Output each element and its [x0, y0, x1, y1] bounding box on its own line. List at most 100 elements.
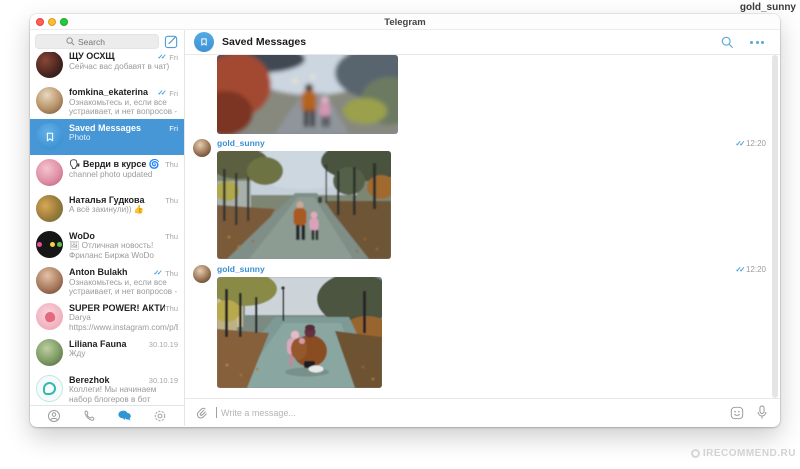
chat-preview: Жду [69, 349, 178, 359]
chat-preview: 🖼 Отличная новость! Фриланс Биржа WoDo т… [69, 241, 178, 260]
message-time: 12:20 [746, 265, 766, 274]
titlebar[interactable]: Telegram [30, 14, 780, 30]
text-caret [216, 407, 217, 418]
search-icon [66, 37, 75, 46]
saved-messages-header-avatar [194, 32, 214, 52]
chat-panel: Saved Messages [185, 30, 780, 426]
chat-date: Thu [165, 232, 178, 241]
chat-search-icon[interactable] [721, 36, 734, 49]
page: gold_sunny Telegram [0, 0, 800, 469]
chat-preview: Darya https://www.instagram.com/p/B4... [69, 313, 178, 332]
chat-preview: channel photo updated [69, 170, 178, 180]
chat-list-item[interactable]: WoDo Thu 🖼 Отличная новость! Фриланс Бир… [30, 227, 184, 263]
watermark: IRECOMMEND.RU [691, 448, 796, 459]
chat-date: Thu [165, 160, 178, 169]
avatar [36, 339, 63, 366]
microphone-icon[interactable] [756, 405, 768, 420]
chat-scrollbar[interactable] [772, 55, 778, 398]
chat-name: Liliana Fauna [69, 339, 149, 349]
chat-title: Saved Messages [222, 36, 306, 48]
read-checks-icon: ✓✓ [153, 269, 160, 277]
chat-name: Berezhok [69, 375, 149, 385]
bookmark-icon [199, 37, 209, 47]
telegram-window: Telegram ЩУ ОСХЩ ✓ [30, 14, 780, 427]
read-checks-icon: ✓✓ [735, 265, 743, 274]
message-author[interactable]: gold_sunny [217, 264, 265, 274]
photo-message-3[interactable] [217, 277, 382, 388]
message-history[interactable]: gold_sunny ✓✓12:20 [185, 55, 780, 398]
avatar [36, 195, 63, 222]
tab-contacts-icon[interactable] [47, 409, 61, 423]
read-checks-icon: ✓✓ [735, 139, 743, 148]
chat-date: Fri [169, 124, 178, 133]
chat-name: 🗣 Верди в курсе 🌀 [69, 159, 165, 170]
chat-date: Fri [169, 89, 178, 98]
sidebar: ЩУ ОСХЩ ✓✓Fri Сейчас вас добавят в чат) … [30, 30, 185, 426]
emoji-icon[interactable] [730, 406, 744, 420]
chat-date: Fri [169, 53, 178, 62]
chat-list-item[interactable]: Liliana Fauna 30.10.19 Жду [30, 335, 184, 371]
chat-list-item[interactable]: fomkina_ekaterina ✓✓ Fri Ознакомьтесь и, … [30, 83, 184, 119]
chat-name: Наталья Гудкова [69, 195, 165, 205]
chat-list-item[interactable]: SUPER POWER! АКТИВ! Thu Darya https://ww… [30, 299, 184, 335]
avatar [36, 87, 63, 114]
tab-calls-icon[interactable] [82, 409, 96, 423]
avatar [36, 375, 63, 402]
chat-name: SUPER POWER! АКТИВ! [69, 303, 165, 313]
chat-date: Thu [165, 304, 178, 313]
chat-preview: А всё закинули)) 👍 [69, 205, 178, 215]
window-title: Telegram [30, 17, 780, 28]
bookmark-icon [44, 131, 56, 143]
chat-name: fomkina_ekaterina [69, 87, 158, 97]
message-meta: ✓✓12:20 [735, 139, 766, 148]
read-checks-icon: ✓✓ [158, 53, 165, 61]
chat-preview: Ознакомьтесь и, если все устраивает, и н… [69, 278, 178, 297]
chat-list-item[interactable]: 🗣 Верди в курсе 🌀 Thu channel photo upda… [30, 155, 184, 191]
avatar [36, 159, 63, 186]
chat-date: Thu [165, 196, 178, 205]
avatar [36, 267, 63, 294]
chat-header: Saved Messages [185, 30, 780, 55]
chat-preview: Коллеги! Мы начинаем набор блогеров в бо… [69, 385, 178, 404]
message-time: 12:20 [746, 139, 766, 148]
chat-list-item[interactable]: Наталья Гудкова Thu А всё закинули)) 👍 [30, 191, 184, 227]
avatar [36, 303, 63, 330]
chat-name: WoDo [69, 231, 165, 241]
photo-message-1[interactable] [217, 55, 398, 134]
tab-chats-icon[interactable] [117, 409, 132, 423]
avatar [36, 231, 63, 258]
saved-messages-avatar [36, 123, 63, 150]
more-menu-icon[interactable] [750, 41, 764, 44]
photo-message-2[interactable] [217, 151, 391, 259]
sidebar-tabbar [30, 405, 184, 426]
message-meta: ✓✓12:20 [735, 265, 766, 274]
chat-preview: Сейчас вас добавят в чат) [69, 62, 178, 72]
composer-placeholder[interactable]: Write a message... [221, 408, 722, 418]
message-composer[interactable]: Write a message... [185, 398, 780, 426]
chat-list-item[interactable]: ЩУ ОСХЩ ✓✓ Fri Сейчас вас добавят в чат) [30, 52, 184, 83]
watermark-logo-icon [691, 449, 700, 458]
sender-avatar[interactable] [193, 139, 211, 157]
chat-preview: Ознакомьтесь и, если все устраивает, и н… [69, 98, 178, 117]
chat-date: 30.10.19 [149, 340, 178, 349]
chat-name: Saved Messages [69, 123, 169, 133]
chat-list-item[interactable]: Berezhok 30.10.19 Коллеги! Мы начинаем н… [30, 371, 184, 405]
chat-list: ЩУ ОСХЩ ✓✓Fri Сейчас вас добавят в чат) … [30, 52, 184, 405]
chat-date: Thu [165, 269, 178, 278]
avatar [36, 52, 63, 78]
tab-settings-icon[interactable] [153, 409, 167, 423]
chat-name: ЩУ ОСХЩ [69, 52, 158, 61]
message-author[interactable]: gold_sunny [217, 138, 265, 148]
page-username-label: gold_sunny [740, 2, 796, 13]
search-input[interactable] [78, 37, 128, 47]
attach-icon[interactable] [195, 406, 208, 420]
compose-icon[interactable] [164, 34, 179, 49]
sender-avatar[interactable] [193, 265, 211, 283]
watermark-text: IRECOMMEND.RU [703, 448, 796, 459]
read-checks-icon: ✓✓ [158, 89, 165, 97]
chat-name: Anton Bulakh [69, 267, 153, 277]
chat-list-item-saved-messages[interactable]: Saved Messages Fri Photo [30, 119, 184, 155]
chat-preview: Photo [69, 133, 178, 143]
search-input-wrap[interactable] [35, 34, 159, 49]
chat-list-item[interactable]: Anton Bulakh ✓✓ Thu Ознакомьтесь и, если … [30, 263, 184, 299]
